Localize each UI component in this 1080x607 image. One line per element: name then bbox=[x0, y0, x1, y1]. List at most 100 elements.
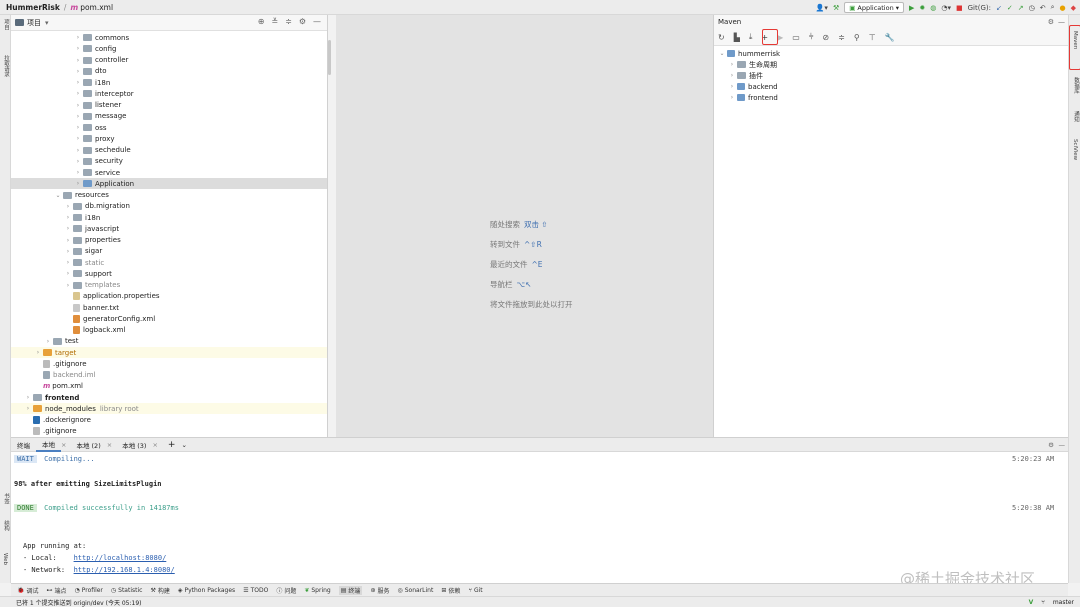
maven-item-frontend[interactable]: › frontend bbox=[727, 92, 778, 103]
tree-item[interactable]: › proxy bbox=[11, 133, 115, 144]
chevron-right-icon[interactable]: › bbox=[73, 135, 83, 142]
tool-dependencies[interactable]: ⊞ 依赖 bbox=[441, 586, 460, 595]
hide-icon[interactable]: — bbox=[1058, 18, 1065, 26]
chevron-right-icon[interactable]: › bbox=[73, 180, 83, 187]
tree-item[interactable]: › config bbox=[11, 43, 117, 54]
run-icon[interactable]: ▶ bbox=[909, 4, 914, 12]
show-dependencies-icon[interactable]: ⊤ bbox=[869, 33, 876, 42]
tree-item[interactable]: m pom.xml bbox=[11, 381, 83, 392]
tree-item[interactable]: › support bbox=[11, 268, 112, 279]
chevron-right-icon[interactable]: › bbox=[63, 248, 73, 255]
chevron-right-icon[interactable]: › bbox=[23, 394, 33, 401]
maven-item-backend[interactable]: › backend bbox=[727, 81, 778, 92]
chevron-right-icon[interactable]: › bbox=[727, 61, 737, 68]
maven-root[interactable]: ⌄ hummerrisk bbox=[717, 48, 780, 59]
tree-item[interactable]: backend.iml bbox=[11, 370, 96, 381]
tab-local-2[interactable]: 本地 (2) bbox=[70, 437, 106, 452]
left-tab-pull-requests[interactable]: 拉取请求 bbox=[2, 55, 10, 77]
project-name[interactable]: HummerRisk bbox=[6, 3, 60, 12]
toggle-offline-icon[interactable]: ⫩ bbox=[809, 32, 814, 42]
tree-item[interactable]: › i18n bbox=[11, 77, 111, 88]
tree-item[interactable]: logback.xml bbox=[11, 325, 125, 336]
collapse-all-icon[interactable]: ≑ bbox=[838, 33, 845, 42]
tool-python-packages[interactable]: ◈ Python Packages bbox=[178, 587, 235, 594]
profile-icon[interactable]: ◔▾ bbox=[941, 4, 951, 12]
chevron-right-icon[interactable]: › bbox=[63, 214, 73, 221]
tree-item[interactable]: › static bbox=[11, 257, 104, 268]
left-tab-web[interactable]: Web bbox=[2, 553, 8, 565]
chevron-right-icon[interactable]: › bbox=[73, 45, 83, 52]
tree-item[interactable]: .dockerignore bbox=[11, 415, 91, 426]
chevron-right-icon[interactable]: › bbox=[33, 349, 43, 356]
hide-icon[interactable]: — bbox=[1059, 441, 1066, 449]
tree-item[interactable]: › Application bbox=[11, 178, 327, 190]
download-icon[interactable]: ⤓ bbox=[749, 32, 753, 42]
tree-item[interactable]: › commons bbox=[11, 32, 129, 43]
coverage-icon[interactable]: ◍ bbox=[930, 4, 936, 12]
tool-statistic[interactable]: ◷ Statistic bbox=[111, 587, 143, 594]
chevron-right-icon[interactable]: › bbox=[73, 79, 83, 86]
chevron-down-icon[interactable]: ⌄ bbox=[717, 50, 727, 57]
chevron-right-icon[interactable]: › bbox=[727, 72, 737, 79]
tool-services[interactable]: ⊛ 服务 bbox=[370, 586, 389, 595]
tree-item[interactable]: › service bbox=[11, 167, 120, 178]
run-config-select[interactable]: ▣ Application ▾ bbox=[844, 2, 904, 13]
chevron-right-icon[interactable]: › bbox=[727, 83, 737, 90]
tool-problems[interactable]: ⓘ 问题 bbox=[276, 586, 296, 595]
gear-icon[interactable]: ⚙ bbox=[299, 17, 306, 26]
build-hammer-icon[interactable]: ⚒ bbox=[833, 4, 839, 12]
chevron-right-icon[interactable]: › bbox=[43, 338, 53, 345]
tree-item[interactable]: › security bbox=[11, 156, 123, 167]
chevron-right-icon[interactable]: › bbox=[73, 102, 83, 109]
chevron-right-icon[interactable]: › bbox=[73, 158, 83, 165]
jetbrains-logo-icon[interactable]: ◆ bbox=[1071, 4, 1076, 12]
tree-item[interactable]: banner.txt bbox=[11, 302, 119, 313]
tree-item[interactable]: generatorConfig.xml bbox=[11, 313, 155, 324]
tree-item[interactable]: › db.migration bbox=[11, 201, 130, 212]
tree-item[interactable]: › javascript bbox=[11, 223, 119, 234]
chevron-right-icon[interactable]: › bbox=[73, 169, 83, 176]
search-icon[interactable]: ⌕ bbox=[1051, 3, 1055, 12]
chevron-right-icon[interactable]: › bbox=[63, 237, 73, 244]
gear-icon[interactable]: ⚙ bbox=[1048, 441, 1054, 449]
tree-item[interactable]: .gitignore bbox=[11, 426, 77, 437]
tool-endpoints[interactable]: ⊷ 端点 bbox=[47, 586, 67, 595]
expand-all-icon[interactable]: ≚ bbox=[271, 17, 278, 26]
left-tab-project[interactable]: 项目 bbox=[2, 19, 10, 30]
tree-item[interactable]: › sechedule bbox=[11, 145, 131, 156]
user-icon[interactable]: 👤▾ bbox=[816, 4, 828, 12]
maven-item-plugins[interactable]: › 插件 bbox=[727, 70, 763, 81]
chevron-down-icon[interactable]: ▾ bbox=[45, 19, 49, 27]
left-tab-bookmarks[interactable]: 书签 bbox=[2, 493, 10, 504]
tool-sonarlint[interactable]: ◎ SonarLint bbox=[397, 587, 433, 594]
tree-item[interactable]: › target bbox=[11, 347, 327, 359]
right-tab-sciview[interactable]: SciView bbox=[1072, 139, 1078, 160]
right-tab-maven[interactable]: Maven bbox=[1072, 31, 1078, 49]
tree-item[interactable]: › i18n bbox=[11, 212, 101, 223]
hide-icon[interactable]: — bbox=[313, 17, 321, 26]
stop-icon[interactable]: ■ bbox=[956, 4, 963, 12]
left-tab-structure[interactable]: 结构 bbox=[2, 520, 10, 531]
tool-todo[interactable]: ☰ TODO bbox=[243, 587, 268, 594]
gear-icon[interactable]: ⚙ bbox=[1048, 18, 1054, 26]
chevron-right-icon[interactable]: › bbox=[73, 147, 83, 154]
execute-goal-icon[interactable]: ▭ bbox=[792, 33, 800, 42]
tree-item[interactable]: ⌄ resources bbox=[11, 190, 108, 201]
tree-item[interactable]: › listener bbox=[11, 100, 121, 111]
chevron-right-icon[interactable]: › bbox=[23, 405, 33, 412]
wrench-icon[interactable]: 🔧 bbox=[885, 33, 895, 42]
reload-icon[interactable]: ↻ bbox=[718, 33, 725, 42]
tab-local-3[interactable]: 本地 (3) bbox=[116, 437, 152, 452]
git-commit-icon[interactable]: ✓ bbox=[1007, 4, 1013, 12]
tool-spring[interactable]: ❦ Spring bbox=[304, 587, 330, 594]
network-url-link[interactable]: http://192.168.1.4:8080/ bbox=[74, 566, 175, 574]
chevron-down-icon[interactable]: ⌄ bbox=[181, 441, 186, 449]
tree-item[interactable]: › test bbox=[11, 336, 79, 347]
tree-item[interactable]: › templates bbox=[11, 280, 120, 291]
right-tab-database[interactable]: 数据库 bbox=[1072, 77, 1080, 94]
project-panel-title[interactable]: 项目 bbox=[27, 18, 41, 28]
maven-item-lifecycle[interactable]: › 生命周期 bbox=[727, 59, 777, 70]
tree-item[interactable]: › oss bbox=[11, 122, 107, 133]
tool-terminal[interactable]: ▤ 终端 bbox=[338, 585, 363, 595]
chevron-right-icon[interactable]: › bbox=[73, 68, 83, 75]
